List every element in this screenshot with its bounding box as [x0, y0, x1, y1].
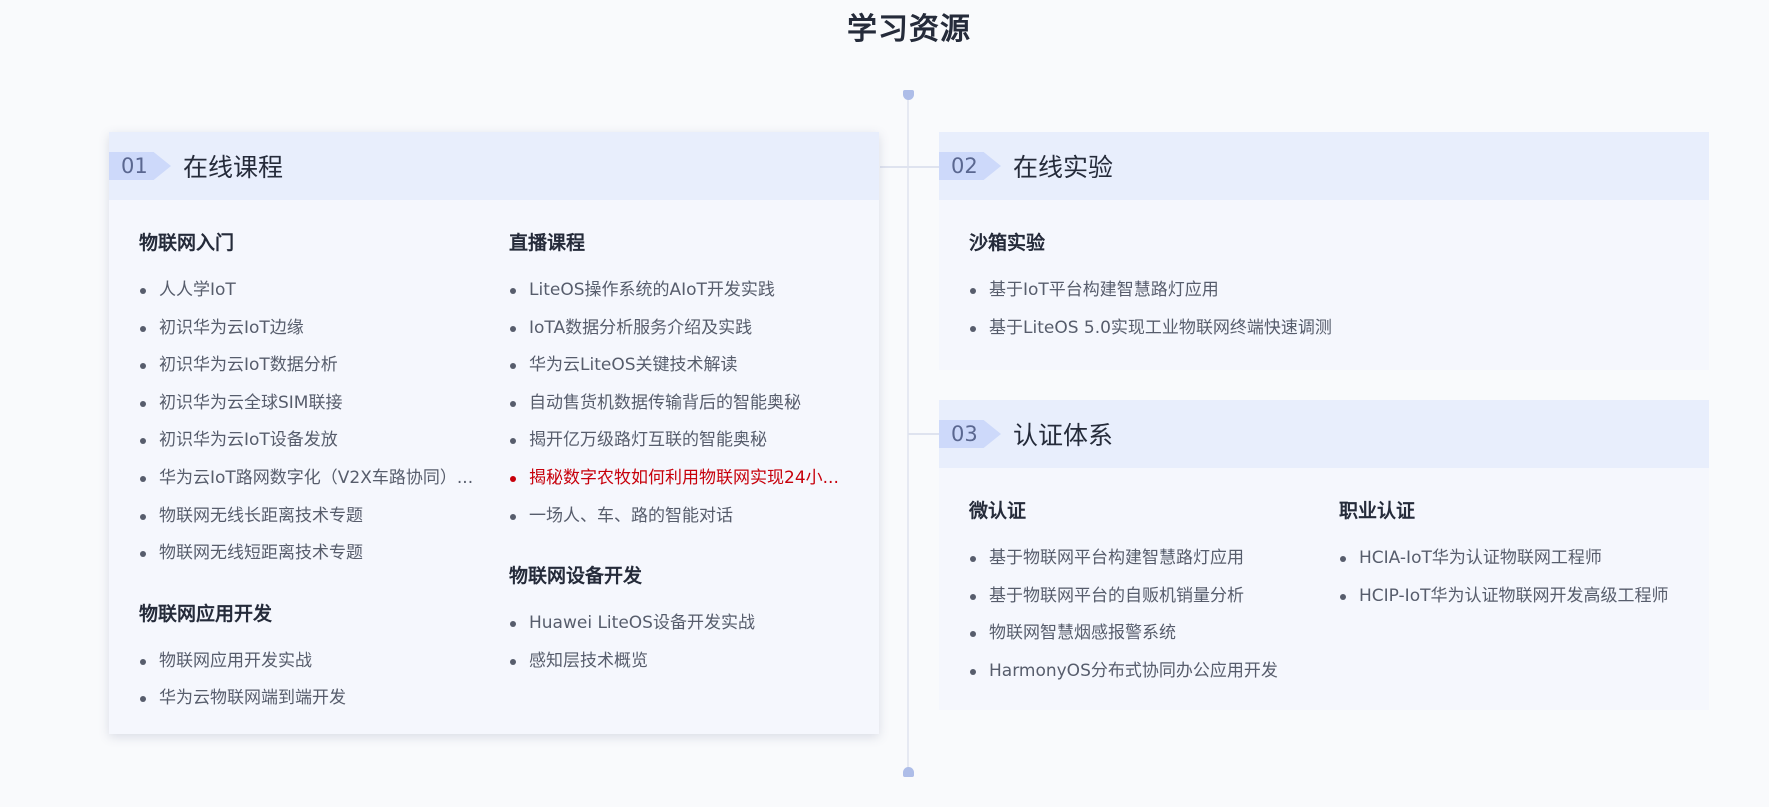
resource-link[interactable]: 初识华为云IoT设备发放	[139, 422, 479, 460]
resource-link[interactable]: 华为云LiteOS关键技术解读	[509, 347, 849, 385]
resource-link[interactable]: 初识华为云IoT数据分析	[139, 347, 479, 385]
section-title: 沙箱实验	[969, 232, 1046, 254]
resource-list: 基于IoT平台构建智慧路灯应用 基于LiteOS 5.0实现工业物联网终端快速调…	[969, 272, 1679, 347]
resource-link[interactable]: 基于LiteOS 5.0实现工业物联网终端快速调测	[969, 310, 1679, 348]
card-number-tag: 01	[109, 152, 171, 180]
card-column: 微认证 基于物联网平台构建智慧路灯应用 基于物联网平台的自贩机销量分析 物联网智…	[969, 498, 1309, 718]
resource-link[interactable]: Huawei LiteOS设备开发实战	[509, 605, 849, 643]
card-title: 在线实验	[1013, 153, 1114, 182]
resource-list: LiteOS操作系统的AIoT开发实践 IoTA数据分析服务介绍及实践 华为云L…	[509, 272, 849, 535]
resource-link[interactable]: HCIA-IoT华为认证物联网工程师	[1339, 540, 1679, 578]
card-body: 物联网入门 人人学IoT 初识华为云IoT边缘 初识华为云IoT数据分析 初识华…	[109, 200, 879, 766]
section-title: 物联网应用开发	[139, 602, 273, 625]
resource-link[interactable]: 基于物联网平台的自贩机销量分析	[969, 578, 1309, 616]
resource-link[interactable]: 基于物联网平台构建智慧路灯应用	[969, 540, 1309, 578]
resource-link[interactable]: 物联网无线长距离技术专题	[139, 498, 479, 536]
resource-link[interactable]: HCIP-IoT华为认证物联网开发高级工程师	[1339, 578, 1679, 616]
resource-link-highlighted[interactable]: 揭秘数字农牧如何利用物联网实现24小...	[509, 460, 849, 498]
card-online-labs: 02 在线实验 沙箱实验 基于IoT平台构建智慧路灯应用 基于LiteOS 5.…	[939, 132, 1709, 370]
card-column: 职业认证 HCIA-IoT华为认证物联网工程师 HCIP-IoT华为认证物联网开…	[1309, 498, 1679, 718]
resource-link[interactable]: IoTA数据分析服务介绍及实践	[509, 310, 849, 348]
resource-link[interactable]: 物联网智慧烟感报警系统	[969, 615, 1309, 653]
resource-link[interactable]: HarmonyOS分布式协同办公应用开发	[969, 653, 1309, 691]
resource-link[interactable]: 揭开亿万级路灯互联的智能奥秘	[509, 422, 849, 460]
card-certification: 03 认证体系 微认证 基于物联网平台构建智慧路灯应用 基于物联网平台的自贩机销…	[939, 400, 1709, 710]
resource-link[interactable]: 感知层技术概览	[509, 643, 849, 681]
card-number-tag: 02	[939, 152, 1001, 180]
card-body: 沙箱实验 基于IoT平台构建智慧路灯应用 基于LiteOS 5.0实现工业物联网…	[939, 200, 1709, 395]
section-title: 直播课程	[509, 232, 586, 254]
resource-link[interactable]: 自动售货机数据传输背后的智能奥秘	[509, 385, 849, 423]
timeline-connector-03	[908, 433, 940, 435]
resource-link[interactable]: 华为云物联网端到端开发	[139, 680, 479, 718]
resource-link[interactable]: 一场人、车、路的智能对话	[509, 498, 849, 536]
resource-link[interactable]: 物联网应用开发实战	[139, 643, 479, 681]
resource-list: Huawei LiteOS设备开发实战 感知层技术概览	[509, 605, 849, 680]
section-title: 物联网入门	[139, 232, 235, 254]
resource-list: HCIA-IoT华为认证物联网工程师 HCIP-IoT华为认证物联网开发高级工程…	[1339, 540, 1679, 615]
card-header: 01 在线课程	[109, 132, 879, 200]
timeline-bottom-dot	[903, 767, 914, 777]
card-header: 02 在线实验	[939, 132, 1709, 200]
card-online-courses: 01 在线课程 物联网入门 人人学IoT 初识华为云IoT边缘 初识华为云IoT…	[109, 132, 879, 734]
section-title: 微认证	[969, 500, 1027, 522]
card-column: 沙箱实验 基于IoT平台构建智慧路灯应用 基于LiteOS 5.0实现工业物联网…	[969, 230, 1679, 375]
resource-link[interactable]: 初识华为云全球SIM联接	[139, 385, 479, 423]
card-number-tag: 03	[939, 420, 1001, 448]
timeline-connector-01	[880, 166, 940, 168]
card-body: 微认证 基于物联网平台构建智慧路灯应用 基于物联网平台的自贩机销量分析 物联网智…	[939, 468, 1709, 738]
resource-list: 人人学IoT 初识华为云IoT边缘 初识华为云IoT数据分析 初识华为云全球SI…	[139, 272, 479, 573]
card-title: 认证体系	[1013, 421, 1114, 450]
resource-link[interactable]: LiteOS操作系统的AIoT开发实践	[509, 272, 849, 310]
resource-link[interactable]: 基于IoT平台构建智慧路灯应用	[969, 272, 1679, 310]
resource-link[interactable]: 物联网无线短距离技术专题	[139, 535, 479, 573]
card-column: 直播课程 LiteOS操作系统的AIoT开发实践 IoTA数据分析服务介绍及实践…	[479, 230, 849, 746]
page-title: 学习资源	[847, 12, 971, 47]
section-title: 职业认证	[1339, 500, 1416, 522]
resource-list: 基于物联网平台构建智慧路灯应用 基于物联网平台的自贩机销量分析 物联网智慧烟感报…	[969, 540, 1309, 690]
resource-link[interactable]: 人人学IoT	[139, 272, 479, 310]
resource-link[interactable]: 初识华为云IoT边缘	[139, 310, 479, 348]
resource-link[interactable]: 华为云IoT路网数字化（V2X车路协同）...	[139, 460, 479, 498]
card-column: 物联网入门 人人学IoT 初识华为云IoT边缘 初识华为云IoT数据分析 初识华…	[139, 230, 479, 746]
timeline-top-dot	[903, 90, 914, 100]
card-title: 在线课程	[183, 153, 284, 182]
resource-list: 物联网应用开发实战 华为云物联网端到端开发	[139, 643, 479, 718]
card-header: 03 认证体系	[939, 400, 1709, 468]
section-title: 物联网设备开发	[509, 565, 643, 588]
